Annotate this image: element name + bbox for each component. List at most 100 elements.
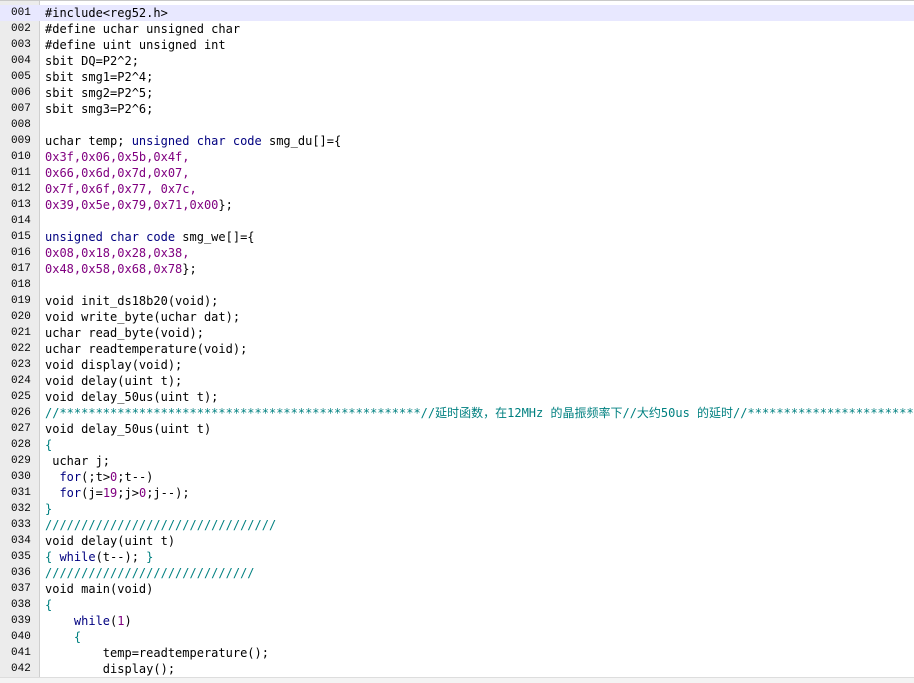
code-token: void init_ds18b20(void);: [45, 294, 219, 308]
code-token: {: [45, 598, 53, 612]
code-text[interactable]: sbit smg3=P2^6;: [45, 101, 153, 117]
code-text[interactable]: }: [45, 501, 52, 517]
code-token: display();: [45, 662, 176, 676]
code-text[interactable]: 0x39,0x5e,0x79,0x71,0x00};: [45, 197, 233, 213]
code-text[interactable]: 0x66,0x6d,0x7d,0x07,: [45, 165, 190, 181]
code-text[interactable]: uchar read_byte(void);: [45, 325, 204, 341]
code-text[interactable]: {: [45, 437, 52, 453]
code-line[interactable]: 013 0x39,0x5e,0x79,0x71,0x00};: [0, 197, 914, 213]
code-line[interactable]: 006 sbit smg2=P2^5;: [0, 85, 914, 101]
code-text[interactable]: for(;t>0;t--): [45, 469, 153, 485]
code-text[interactable]: #define uchar unsigned char: [45, 21, 240, 37]
code-text[interactable]: uchar j;: [45, 453, 110, 469]
code-line[interactable]: 034 void delay(uint t): [0, 533, 914, 549]
code-token: uchar read_byte(void);: [45, 326, 204, 340]
code-line[interactable]: 002 #define uchar unsigned char: [0, 21, 914, 37]
code-line[interactable]: 012 0x7f,0x6f,0x77, 0x7c,: [0, 181, 914, 197]
line-number: 013: [11, 199, 31, 211]
code-line[interactable]: 042 display();: [0, 661, 914, 677]
code-text[interactable]: void display(void);: [45, 357, 182, 373]
code-text[interactable]: {: [45, 597, 52, 613]
code-line[interactable]: 004 sbit DQ=P2^2;: [0, 53, 914, 69]
code-line[interactable]: 003 #define uint unsigned int: [0, 37, 914, 53]
code-text[interactable]: 0x7f,0x6f,0x77, 0x7c,: [45, 181, 197, 197]
code-text[interactable]: sbit DQ=P2^2;: [45, 53, 139, 69]
code-text[interactable]: 0x08,0x18,0x28,0x38,: [45, 245, 190, 261]
horizontal-scrollbar[interactable]: [0, 677, 914, 683]
code-text[interactable]: uchar temp; unsigned char code smg_du[]=…: [45, 133, 341, 149]
code-token: for: [59, 486, 82, 500]
code-text[interactable]: void delay_50us(uint t);: [45, 389, 218, 405]
code-line[interactable]: 008: [0, 117, 914, 133]
code-text[interactable]: display();: [45, 661, 175, 677]
code-line[interactable]: 016 0x08,0x18,0x28,0x38,: [0, 245, 914, 261]
code-line[interactable]: 036 /////////////////////////////: [0, 565, 914, 581]
line-number: 029: [11, 455, 31, 467]
code-line[interactable]: 007 sbit smg3=P2^6;: [0, 101, 914, 117]
code-line[interactable]: 014: [0, 213, 914, 229]
code-line[interactable]: 001 #include<reg52.h>: [0, 5, 914, 21]
code-text[interactable]: { while(t--); }: [45, 549, 153, 565]
code-editor[interactable]: 001 #include<reg52.h> 002 #define uchar uns…: [0, 0, 914, 683]
code-line[interactable]: 037 void main(void): [0, 581, 914, 597]
code-text[interactable]: {: [45, 629, 81, 645]
code-line[interactable]: 015 unsigned char code smg_we[]={: [0, 229, 914, 245]
code-text[interactable]: 0x48,0x58,0x68,0x78};: [45, 261, 197, 277]
code-line[interactable]: 021 uchar read_byte(void);: [0, 325, 914, 341]
code-text[interactable]: void delay(uint t): [45, 533, 175, 549]
line-number: 035: [11, 551, 31, 563]
code-text[interactable]: while(1): [45, 613, 132, 629]
code-line[interactable]: 010 0x3f,0x06,0x5b,0x4f,: [0, 149, 914, 165]
code-text[interactable]: #define uint unsigned int: [45, 37, 226, 53]
code-token: temp=readtemperature();: [45, 646, 269, 660]
line-number: 039: [11, 615, 31, 627]
code-line[interactable]: 035 { while(t--); }: [0, 549, 914, 565]
code-text[interactable]: sbit smg2=P2^5;: [45, 85, 153, 101]
code-text[interactable]: #include<reg52.h>: [45, 5, 168, 21]
line-number: 015: [11, 231, 31, 243]
code-line[interactable]: 030 for(;t>0;t--): [0, 469, 914, 485]
code-line[interactable]: 005 sbit smg1=P2^4;: [0, 69, 914, 85]
code-text[interactable]: for(j=19;j>0;j--);: [45, 485, 189, 501]
code-text[interactable]: void delay(uint t);: [45, 373, 182, 389]
code-text[interactable]: 0x3f,0x06,0x5b,0x4f,: [45, 149, 190, 165]
line-number: 012: [11, 183, 31, 195]
code-line[interactable]: 018: [0, 277, 914, 293]
code-text[interactable]: unsigned char code smg_we[]={: [45, 229, 255, 245]
code-text[interactable]: ////////////////////////////////: [45, 517, 276, 533]
code-line[interactable]: 029 uchar j;: [0, 453, 914, 469]
code-line[interactable]: 020 void write_byte(uchar dat);: [0, 309, 914, 325]
code-line[interactable]: 032}: [0, 501, 914, 517]
code-line[interactable]: 025 void delay_50us(uint t);: [0, 389, 914, 405]
code-line[interactable]: 023 void display(void);: [0, 357, 914, 373]
code-line[interactable]: 019 void init_ds18b20(void);: [0, 293, 914, 309]
code-text[interactable]: void init_ds18b20(void);: [45, 293, 218, 309]
code-text[interactable]: sbit smg1=P2^4;: [45, 69, 153, 85]
code-line[interactable]: 026 //***********************************…: [0, 405, 914, 421]
code-line[interactable]: 038 {: [0, 597, 914, 613]
code-text[interactable]: void delay_50us(uint t): [45, 421, 211, 437]
code-text[interactable]: void main(void): [45, 581, 153, 597]
code-text[interactable]: uchar readtemperature(void);: [45, 341, 247, 357]
code-line[interactable]: 027 void delay_50us(uint t): [0, 421, 914, 437]
code-text[interactable]: temp=readtemperature();: [45, 645, 269, 661]
code-line[interactable]: 009 uchar temp; unsigned char code smg_du…: [0, 133, 914, 149]
code-text[interactable]: /////////////////////////////: [45, 565, 255, 581]
line-number: 010: [11, 151, 31, 163]
code-line[interactable]: 031 for(j=19;j>0;j--);: [0, 485, 914, 501]
code-line[interactable]: 041 temp=readtemperature();: [0, 645, 914, 661]
code-line[interactable]: 028 {: [0, 437, 914, 453]
code-token: smg_du[]={: [261, 134, 342, 148]
code-line[interactable]: 024 void delay(uint t);: [0, 373, 914, 389]
code-token: unsigned char code: [45, 230, 176, 244]
code-lines[interactable]: 001 #include<reg52.h> 002 #define uchar uns…: [0, 5, 914, 677]
code-text[interactable]: //**************************************…: [45, 405, 914, 421]
code-line[interactable]: 011 0x66,0x6d,0x7d,0x07,: [0, 165, 914, 181]
code-text[interactable]: void write_byte(uchar dat);: [45, 309, 240, 325]
code-line[interactable]: 017 0x48,0x58,0x68,0x78};: [0, 261, 914, 277]
code-line[interactable]: 022 uchar readtemperature(void);: [0, 341, 914, 357]
code-line[interactable]: 033 ////////////////////////////////: [0, 517, 914, 533]
code-line[interactable]: 040 {: [0, 629, 914, 645]
code-line[interactable]: 039 while(1): [0, 613, 914, 629]
